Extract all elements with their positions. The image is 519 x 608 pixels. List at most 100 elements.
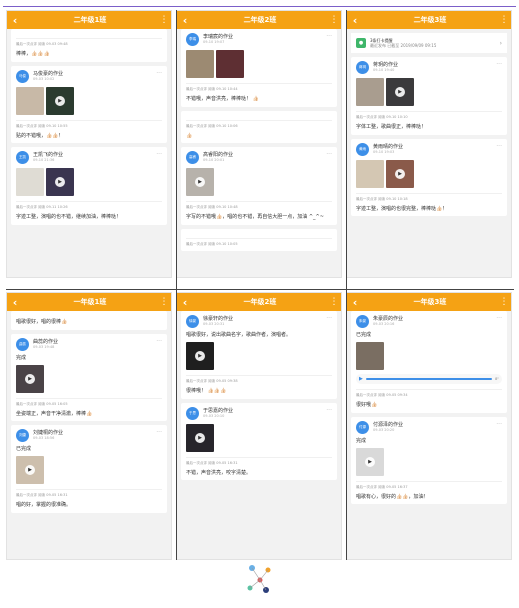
back-icon[interactable]: ‹ <box>347 11 363 29</box>
play-icon[interactable]: ▶ <box>365 456 375 467</box>
media-row: ▶ <box>186 423 332 452</box>
more-dots-icon[interactable]: ··· <box>156 151 162 158</box>
play-icon[interactable]: ▶ <box>195 177 205 187</box>
homework-card[interactable]: 李瑞 李瑞宸的作业 09-10 19:07 ··· 最后一次点评 阅读 09-10 10… <box>181 29 337 107</box>
media-thumbnail[interactable] <box>16 86 44 115</box>
student-row: 朱豪 朱豪辰的作业 09-03 20:16 ··· <box>356 315 502 328</box>
play-icon[interactable]: ▶ <box>195 432 205 443</box>
review-meta: 最后一次点评 阅读 09-10 10:05 <box>186 237 332 247</box>
app-header: ‹ 一年级2班 ⋮ <box>177 293 341 311</box>
reminder-banner[interactable]: ● 3条打卡提醒 最近发布 已截至 2019/09/09 09:15 › <box>351 33 507 53</box>
play-icon[interactable]: ▶ <box>55 95 65 106</box>
media-row: ▶ <box>356 78 502 106</box>
post-time: 09-03 18:56 <box>33 436 55 440</box>
app-header: ‹ 二年级3班 ⋮ <box>347 11 511 29</box>
more-icon[interactable]: ⋮ <box>497 293 511 311</box>
media-thumbnail[interactable]: ▶ <box>386 78 414 106</box>
avatar: 朱豪 <box>356 315 369 328</box>
play-icon[interactable]: ▶ <box>55 177 65 187</box>
student-name: 付源泽的作业 <box>373 421 404 428</box>
app-panel: ‹ 一年级3班 ⋮ 朱豪 朱豪辰的作业 09-03 20:16 ··· 已完成 ▶ 8" 最后一次点… <box>346 292 512 560</box>
more-icon[interactable]: ⋮ <box>327 11 341 29</box>
more-dots-icon[interactable]: ··· <box>496 143 502 150</box>
back-icon[interactable]: ‹ <box>177 293 193 311</box>
media-thumbnail[interactable]: ▶ <box>16 364 44 393</box>
more-dots-icon[interactable]: ··· <box>326 315 332 322</box>
media-thumbnail[interactable] <box>16 168 44 196</box>
bell-icon: ● <box>356 38 366 48</box>
play-icon[interactable]: ▶ <box>359 376 363 382</box>
post-text: 已完成 <box>16 446 32 452</box>
media-thumbnail[interactable] <box>356 159 384 188</box>
homework-card[interactable]: 唱歌很好，唱的很棒👍🏻 <box>11 311 167 330</box>
more-dots-icon[interactable]: ··· <box>156 70 162 77</box>
more-dots-icon[interactable]: ··· <box>326 151 332 158</box>
grid-row-divider <box>6 289 514 290</box>
media-thumbnail[interactable] <box>216 50 244 78</box>
more-icon[interactable]: ⋮ <box>327 293 341 311</box>
play-icon[interactable]: ▶ <box>395 168 405 179</box>
header-title: 二年级1班 <box>73 16 107 24</box>
more-dots-icon[interactable]: ··· <box>496 421 502 428</box>
media-thumbnail[interactable] <box>186 50 214 78</box>
grid-col-divider-1 <box>176 10 177 560</box>
play-icon[interactable]: ▶ <box>25 465 35 475</box>
more-dots-icon[interactable]: ··· <box>496 315 502 322</box>
review-meta: 最后一次点评 阅读 09-05 16:37 <box>356 480 502 490</box>
homework-card[interactable]: 于思 于思嘉的作业 09-03 20:10 ··· ▶ 最后一次点评 阅读 09-05 1… <box>181 402 337 480</box>
homework-card[interactable]: 王凯 王凯飞的作业 09-10 21:36 ··· ▶ 最后一次点评 阅读 09-11 1… <box>11 147 167 225</box>
avatar: 马俊 <box>16 69 29 83</box>
review-meta: 最后一次点评 阅读 09-10 10:55 <box>16 119 162 129</box>
media-thumbnail[interactable]: ▶ <box>46 168 74 196</box>
more-dots-icon[interactable]: ··· <box>156 429 162 436</box>
media-thumbnail[interactable]: ▶ <box>356 447 384 476</box>
media-thumbnail[interactable]: ▶ <box>186 342 214 370</box>
homework-card[interactable]: 最后一次点评 阅读 09-03 09:48 棒棒，👍🏻👍🏻👍🏻 <box>11 29 167 62</box>
more-icon[interactable]: ⋮ <box>497 11 511 29</box>
back-icon[interactable]: ‹ <box>7 11 23 29</box>
media-thumbnail[interactable] <box>356 78 384 106</box>
homework-card[interactable]: 最后一次点评 阅读 09-10 10:05 <box>181 228 337 251</box>
post-time: 09-10 19:03 <box>373 149 395 154</box>
media-thumbnail[interactable]: ▶ <box>186 423 214 452</box>
more-icon[interactable]: ⋮ <box>157 11 171 29</box>
review-meta: 最后一次点评 阅读 09-05 09:34 <box>356 389 502 398</box>
more-icon[interactable]: ⋮ <box>157 293 171 311</box>
homework-card[interactable]: 黄雨 黄雨晴的作业 09-10 19:03 ··· ▶ 最后一次点评 阅读 09-10 1… <box>351 138 507 216</box>
teacher-comment: 不错，声音洪亮，咬字清楚。 <box>186 469 252 476</box>
media-thumbnail[interactable]: ▶ <box>46 86 74 115</box>
back-icon[interactable]: ‹ <box>347 293 363 311</box>
media-thumbnail[interactable]: ▶ <box>386 159 414 188</box>
homework-card[interactable]: 最后一次点评 阅读 09-10 10:06 👍🏻 <box>181 110 337 143</box>
homework-card[interactable]: 曲蕊 曲蕊的作业 09-03 19:48 ··· 完成 ▶ 最后一次点评 阅读 09-05 … <box>11 333 167 421</box>
homework-card[interactable]: 高睿 高睿阳的作业 09-10 20:01 ··· ▶ 最后一次点评 阅读 09-10 1… <box>181 147 337 225</box>
play-icon[interactable]: ▶ <box>25 373 35 384</box>
student-row: 曲蕊 曲蕊的作业 09-03 19:48 ··· <box>16 337 162 351</box>
media-thumbnail[interactable] <box>356 342 384 370</box>
homework-card[interactable]: 徐豪 徐豪轩的作业 09-03 20:31 ··· 唱歌很好，说出歌曲名字，歌曲作者，演… <box>181 311 337 399</box>
audio-progress[interactable] <box>365 378 493 380</box>
play-icon[interactable]: ▶ <box>195 351 205 361</box>
back-icon[interactable]: ‹ <box>7 293 23 311</box>
more-dots-icon[interactable]: ··· <box>326 33 332 40</box>
play-icon[interactable]: ▶ <box>395 87 405 97</box>
media-row <box>186 50 332 78</box>
homework-card[interactable]: 马俊 马俊豪的作业 09-03 10:02 ··· ▶ 最后一次点评 阅读 09-10 1… <box>11 65 167 143</box>
homework-card[interactable]: 付源 付源泽的作业 09-03 20:20 ··· 完成 ▶ 最后一次点评 阅读 09-05… <box>351 416 507 504</box>
teacher-comment: 棒棒，👍🏻👍🏻👍🏻 <box>16 51 50 57</box>
more-dots-icon[interactable]: ··· <box>496 61 502 68</box>
homework-card[interactable]: 刘婕 刘婕桐的作业 09-03 18:56 ··· 已完成 ▶ 最后一次点评 阅读 09-0… <box>11 425 167 513</box>
homework-card[interactable]: 蒋玥 蒋玥的作业 09-10 19:40 ··· ▶ 最后一次点评 阅读 09-10 10… <box>351 57 507 135</box>
post-time: 09-03 19:48 <box>33 344 55 349</box>
teacher-comment: 唱歌很好，唱的很棒👍🏻 <box>16 319 68 325</box>
app-panel: ‹ 二年级1班 ⋮ 最后一次点评 阅读 09-03 09:48 棒棒，👍🏻👍🏻👍🏻 马俊马… <box>6 10 172 278</box>
back-icon[interactable]: ‹ <box>177 11 193 29</box>
audio-player[interactable]: ▶ 8" <box>356 374 502 384</box>
media-thumbnail[interactable]: ▶ <box>186 168 214 196</box>
homework-card[interactable]: 朱豪 朱豪辰的作业 09-03 20:16 ··· 已完成 ▶ 8" 最后一次点评 阅读 09… <box>351 311 507 413</box>
more-dots-icon[interactable]: ··· <box>156 338 162 345</box>
student-row: 付源 付源泽的作业 09-03 20:20 ··· <box>356 420 502 434</box>
media-thumbnail[interactable]: ▶ <box>16 456 44 484</box>
more-dots-icon[interactable]: ··· <box>326 407 332 414</box>
media-row: ▶ <box>16 364 162 393</box>
